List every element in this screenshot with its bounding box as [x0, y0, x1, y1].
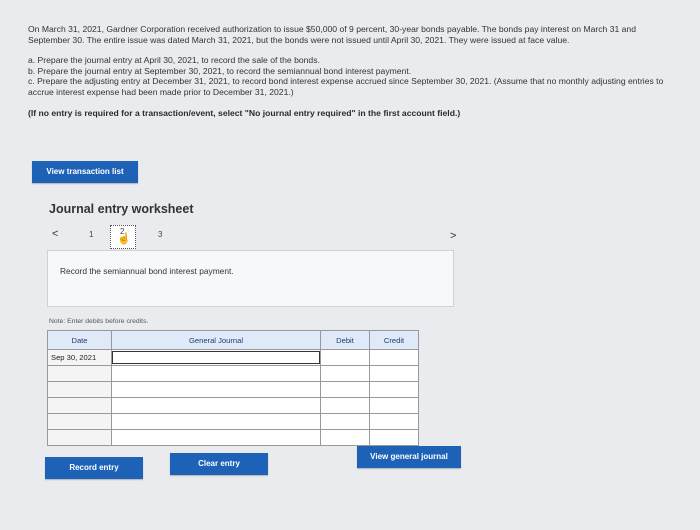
credit-field[interactable]	[369, 349, 419, 366]
problem-parts: a. Prepare the journal entry at April 30…	[28, 55, 668, 97]
table-row	[47, 381, 419, 398]
page-2-current[interactable]: 2 ☝	[110, 225, 136, 249]
problem-intro: On March 31, 2021, Gardner Corporation r…	[28, 24, 636, 45]
page-1-link[interactable]: 1	[89, 230, 93, 239]
debit-field[interactable]	[320, 381, 370, 398]
credit-field[interactable]	[369, 413, 419, 430]
account-field[interactable]	[111, 429, 321, 446]
view-transaction-list-button[interactable]: View transaction list	[32, 161, 138, 183]
table-row	[47, 413, 419, 430]
date-cell	[47, 397, 112, 414]
worksheet-title: Journal entry worksheet	[49, 202, 194, 216]
account-field[interactable]	[111, 397, 321, 414]
debit-field[interactable]	[320, 413, 370, 430]
date-cell	[47, 413, 112, 430]
credit-field[interactable]	[369, 397, 419, 414]
date-cell	[47, 429, 112, 446]
credit-field[interactable]	[369, 429, 419, 446]
date-cell: Sep 30, 2021	[47, 349, 112, 366]
chevron-right-icon[interactable]: >	[450, 230, 456, 242]
date-header: Date	[47, 330, 112, 350]
date-cell	[47, 381, 112, 398]
instruction-box: Record the semiannual bond interest paym…	[47, 250, 454, 307]
record-entry-button[interactable]: Record entry	[45, 457, 143, 479]
credit-field[interactable]	[369, 381, 419, 398]
table-row	[47, 365, 419, 382]
debit-field[interactable]	[320, 397, 370, 414]
page-3-link[interactable]: 3	[158, 230, 162, 239]
account-field[interactable]	[111, 381, 321, 398]
general-journal-header: General Journal	[111, 330, 321, 350]
account-field[interactable]	[111, 349, 321, 366]
credit-header: Credit	[369, 330, 419, 350]
debit-field[interactable]	[320, 429, 370, 446]
part-c: c. Prepare the adjusting entry at Decemb…	[28, 76, 664, 97]
part-b: b. Prepare the journal entry at Septembe…	[28, 65, 412, 76]
hand-pointer-icon: ☝	[117, 233, 131, 245]
debit-field[interactable]	[320, 349, 370, 366]
part-a: a. Prepare the journal entry at April 30…	[28, 55, 320, 66]
debit-header: Debit	[320, 330, 370, 350]
account-field[interactable]	[111, 365, 321, 382]
date-cell	[47, 365, 112, 382]
problem-statement: On March 31, 2021, Gardner Corporation r…	[28, 24, 668, 118]
chevron-left-icon[interactable]: <	[52, 228, 58, 240]
debit-field[interactable]	[320, 365, 370, 382]
journal-header-row: Date General Journal Debit Credit	[47, 330, 419, 350]
account-field[interactable]	[111, 413, 321, 430]
table-row	[47, 397, 419, 414]
problem-note: (If no entry is required for a transacti…	[28, 107, 461, 118]
debits-note: Note: Enter debits before credits.	[49, 318, 149, 325]
credit-field[interactable]	[369, 365, 419, 382]
journal-table: Date General Journal Debit Credit Sep 30…	[47, 330, 419, 446]
clear-entry-button[interactable]: Clear entry	[170, 453, 268, 475]
view-general-journal-button[interactable]: View general journal	[357, 446, 461, 468]
instruction-text: Record the semiannual bond interest paym…	[60, 266, 234, 276]
table-row: Sep 30, 2021	[47, 349, 419, 366]
table-row	[47, 429, 419, 446]
